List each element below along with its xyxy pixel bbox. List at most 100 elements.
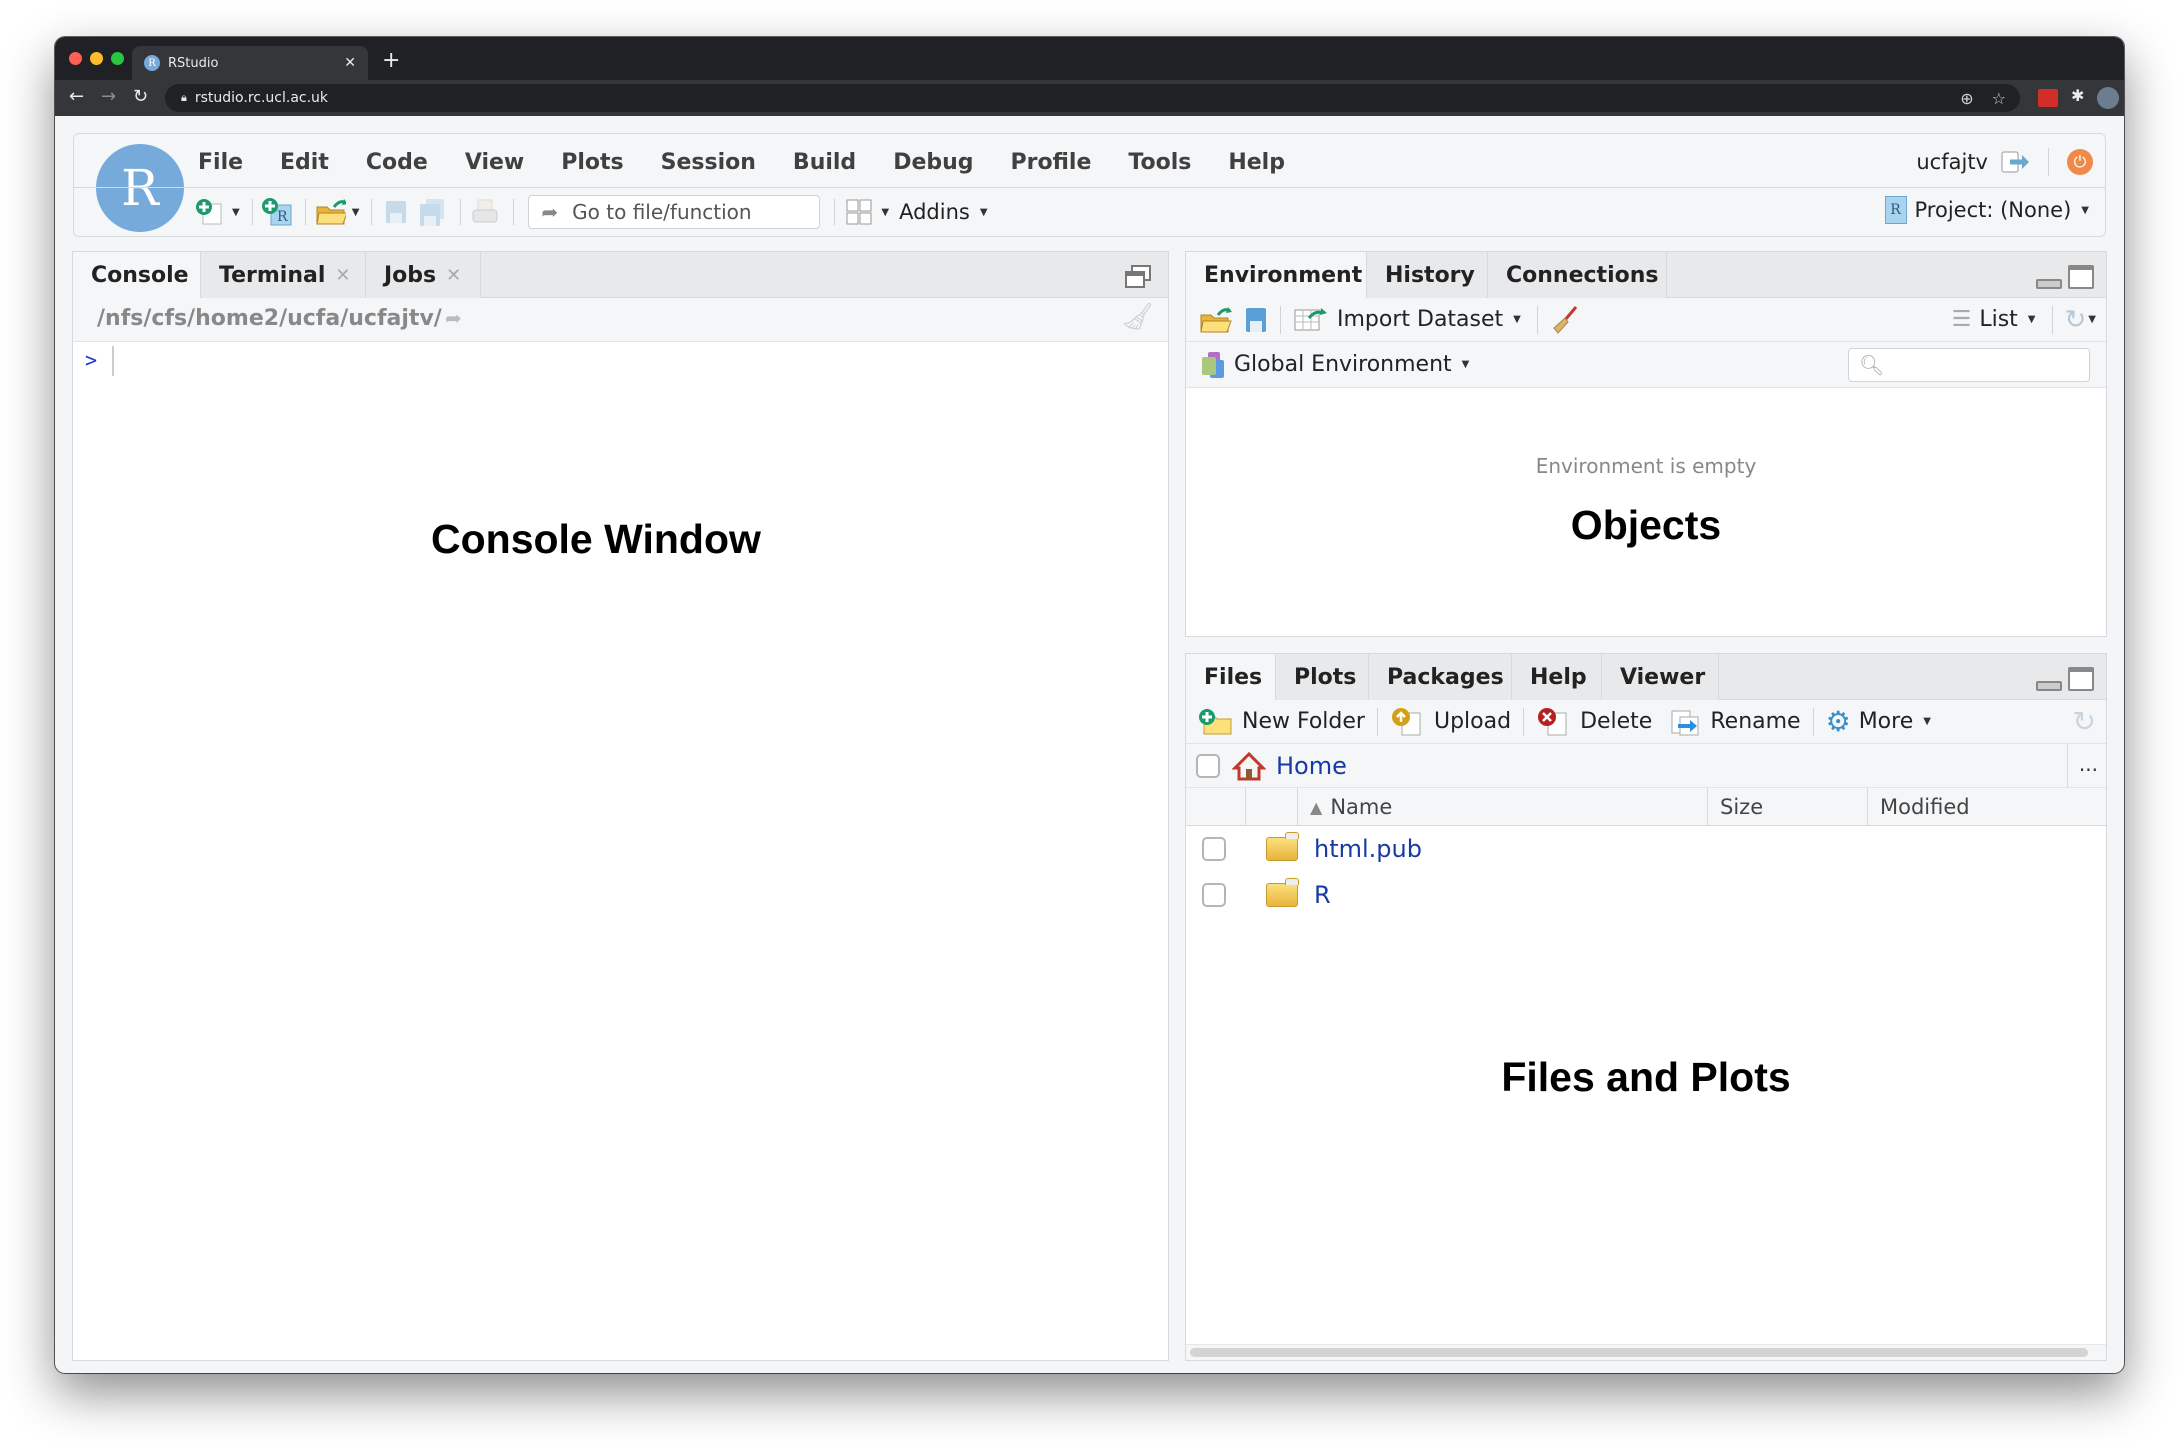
new-file-button[interactable]: [194, 197, 226, 227]
menu-build[interactable]: Build: [793, 150, 856, 175]
breadcrumb-home[interactable]: Home: [1276, 752, 1347, 780]
row-checkbox[interactable]: [1202, 883, 1226, 907]
print-button[interactable]: [469, 197, 501, 227]
tab-plots[interactable]: Plots: [1276, 654, 1369, 700]
more-path-button[interactable]: ...: [2079, 752, 2098, 776]
horizontal-scrollbar-thumb[interactable]: [1190, 1348, 2088, 1357]
save-workspace-button[interactable]: [1244, 306, 1268, 334]
tab-connections[interactable]: Connections: [1488, 252, 1667, 298]
menu-tools[interactable]: Tools: [1128, 150, 1191, 175]
menu-session[interactable]: Session: [661, 150, 756, 175]
column-header-size[interactable]: Size: [1708, 788, 1868, 826]
open-file-button[interactable]: [314, 197, 346, 227]
extensions-puzzle-icon[interactable]: ✱: [2071, 86, 2084, 105]
go-to-file-function-input[interactable]: ➦ Go to file/function: [528, 195, 821, 229]
profile-avatar[interactable]: [2097, 87, 2119, 109]
tab-packages[interactable]: Packages: [1369, 654, 1512, 700]
new-project-button[interactable]: R: [261, 197, 293, 227]
select-all-checkbox[interactable]: [1196, 753, 1220, 778]
quit-session-icon[interactable]: ⏻: [2067, 149, 2093, 175]
row-checkbox[interactable]: [1202, 837, 1226, 861]
menu-file[interactable]: File: [198, 150, 243, 175]
refresh-dropdown-icon[interactable]: ▼: [2088, 314, 2096, 325]
tab-viewer[interactable]: Viewer: [1602, 654, 1719, 700]
address-bar[interactable]: 🔒︎ rstudio.rc.ucl.ac.uk ⊕ ☆: [165, 84, 2020, 112]
tab-jobs[interactable]: Jobs ✕: [366, 252, 481, 298]
project-icon: R: [1884, 196, 1907, 224]
tab-console-label: Console: [91, 263, 189, 288]
maximize-pane-icon[interactable]: [2068, 667, 2094, 691]
addins-dropdown-icon[interactable]: ▼: [980, 207, 988, 218]
global-environment-dropdown[interactable]: Global Environment ▼: [1200, 350, 1473, 380]
view-mode-label: List: [1979, 307, 2018, 332]
load-workspace-button[interactable]: [1198, 305, 1236, 335]
browser-tab-strip: R RStudio ✕ +: [55, 37, 2124, 80]
clear-console-broom-icon[interactable]: 🧹︎: [1121, 302, 1154, 332]
tab-terminal[interactable]: Terminal ✕: [201, 252, 366, 298]
file-link[interactable]: html.pub: [1314, 835, 1422, 863]
maximize-pane-icon[interactable]: [2068, 265, 2094, 289]
maximize-window-button[interactable]: [111, 52, 124, 65]
close-jobs-icon[interactable]: ✕: [446, 265, 461, 286]
menu-help[interactable]: Help: [1228, 150, 1285, 175]
view-mode-list-button[interactable]: ☰ List ▼: [1952, 307, 2040, 332]
back-icon[interactable]: ←: [69, 86, 84, 107]
upload-button[interactable]: Upload: [1390, 707, 1511, 737]
menu-code[interactable]: Code: [366, 150, 428, 175]
new-file-dropdown-icon[interactable]: ▼: [232, 207, 240, 218]
go-to-directory-icon[interactable]: ➦: [445, 306, 462, 330]
addins-menu[interactable]: Addins: [899, 200, 970, 224]
sign-out-icon[interactable]: [2000, 149, 2030, 175]
environment-search-input[interactable]: 🔍︎: [1848, 347, 2090, 382]
tab-viewer-label: Viewer: [1620, 664, 1706, 690]
save-all-button[interactable]: [416, 197, 448, 227]
rename-button[interactable]: Rename: [1668, 707, 1801, 737]
zoom-icon[interactable]: ⊕: [1960, 89, 1973, 108]
forward-icon[interactable]: →: [101, 86, 116, 107]
pane-layout-dropdown-icon[interactable]: ▼: [881, 207, 889, 218]
files-breadcrumb-bar: Home ...: [1186, 744, 2106, 788]
bookmark-star-icon[interactable]: ☆: [1992, 89, 2006, 108]
menu-debug[interactable]: Debug: [893, 150, 973, 175]
new-tab-button[interactable]: +: [382, 48, 400, 73]
menu-profile[interactable]: Profile: [1011, 150, 1092, 175]
menu-plots[interactable]: Plots: [561, 150, 623, 175]
column-header-name[interactable]: ▲ Name: [1298, 788, 1708, 826]
tab-console[interactable]: Console: [73, 252, 201, 299]
menu-view[interactable]: View: [465, 150, 524, 175]
close-window-button[interactable]: [69, 52, 82, 65]
tab-history[interactable]: History: [1367, 252, 1488, 298]
refresh-environment-icon[interactable]: ↻: [2065, 305, 2087, 335]
clear-environment-button[interactable]: [1550, 305, 1580, 335]
pane-layout-button[interactable]: [843, 197, 875, 227]
close-tab-icon[interactable]: ✕: [344, 55, 356, 71]
minimize-window-button[interactable]: [90, 52, 103, 65]
delete-icon: [1538, 707, 1567, 735]
save-button[interactable]: [380, 197, 412, 227]
file-link[interactable]: R: [1314, 881, 1331, 909]
import-dataset-button[interactable]: Import Dataset ▼: [1293, 307, 1525, 333]
console-output-area[interactable]: > Console Window: [73, 342, 1168, 1360]
tab-plots-label: Plots: [1294, 664, 1357, 690]
project-menu[interactable]: R Project: (None) ▼: [1884, 196, 2093, 224]
new-folder-button[interactable]: New Folder: [1198, 708, 1365, 736]
refresh-files-icon[interactable]: ↻: [2073, 705, 2096, 738]
more-label: More: [1858, 709, 1914, 734]
open-file-dropdown-icon[interactable]: ▼: [352, 207, 360, 218]
menu-edit[interactable]: Edit: [280, 150, 329, 175]
minimize-pane-icon[interactable]: [2036, 279, 2062, 289]
window-controls: [69, 52, 124, 65]
minimize-pane-icon[interactable]: [2036, 681, 2062, 691]
restore-pane-icon[interactable]: [1124, 264, 1152, 290]
reload-icon[interactable]: ↻: [133, 86, 148, 107]
tab-files[interactable]: Files: [1186, 654, 1276, 701]
delete-button[interactable]: Delete: [1536, 707, 1652, 737]
lastpass-extension-icon[interactable]: [2038, 89, 2058, 107]
global-environment-label: Global Environment: [1234, 352, 1452, 377]
browser-tab[interactable]: R RStudio ✕: [132, 46, 368, 80]
tab-environment[interactable]: Environment: [1186, 252, 1367, 299]
close-terminal-icon[interactable]: ✕: [335, 265, 350, 286]
tab-help[interactable]: Help: [1512, 654, 1602, 700]
more-menu-button[interactable]: ⚙ More ▼: [1826, 705, 1935, 738]
column-header-modified[interactable]: Modified: [1868, 788, 2106, 826]
